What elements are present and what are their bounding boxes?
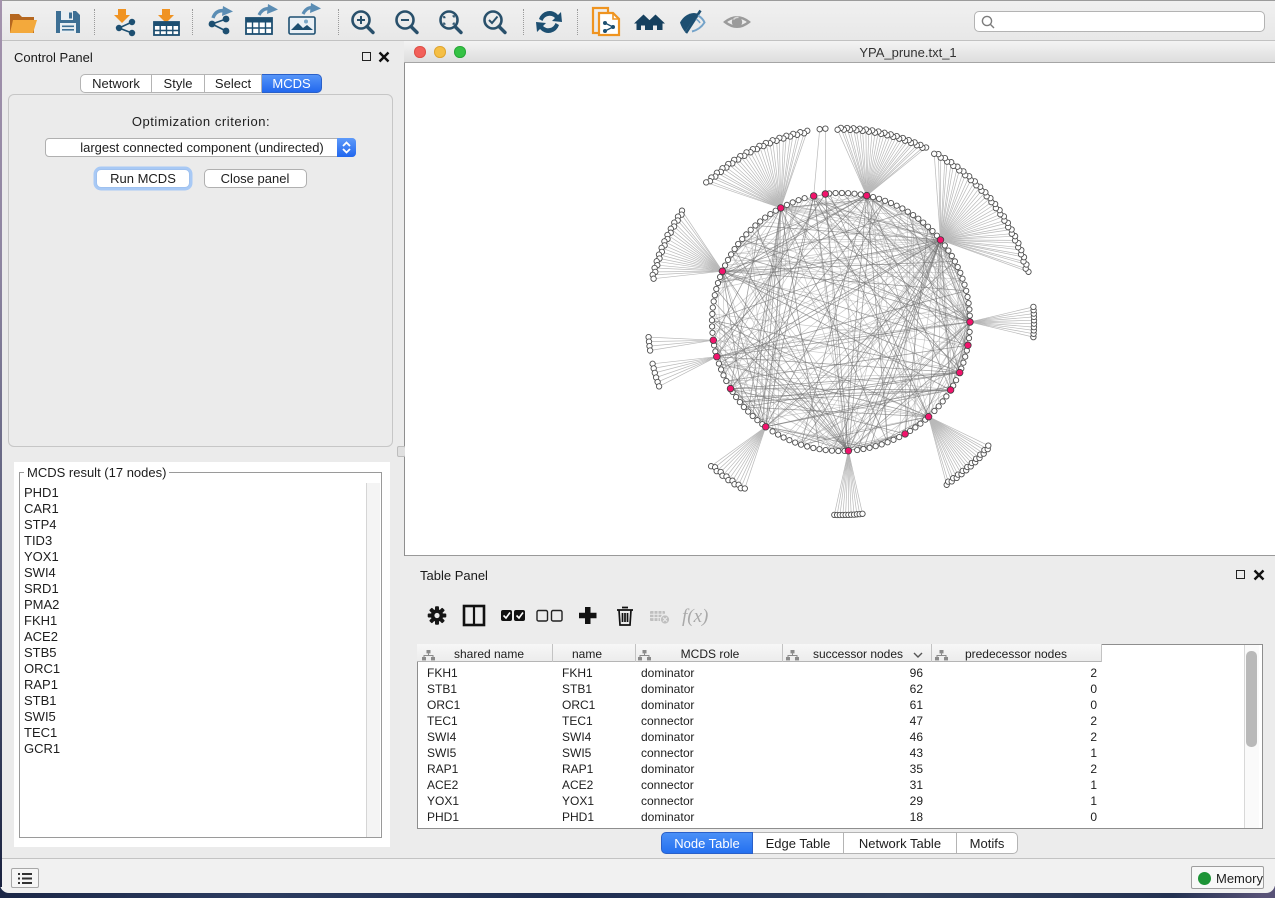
svg-text:f(x): f(x) — [682, 606, 708, 627]
